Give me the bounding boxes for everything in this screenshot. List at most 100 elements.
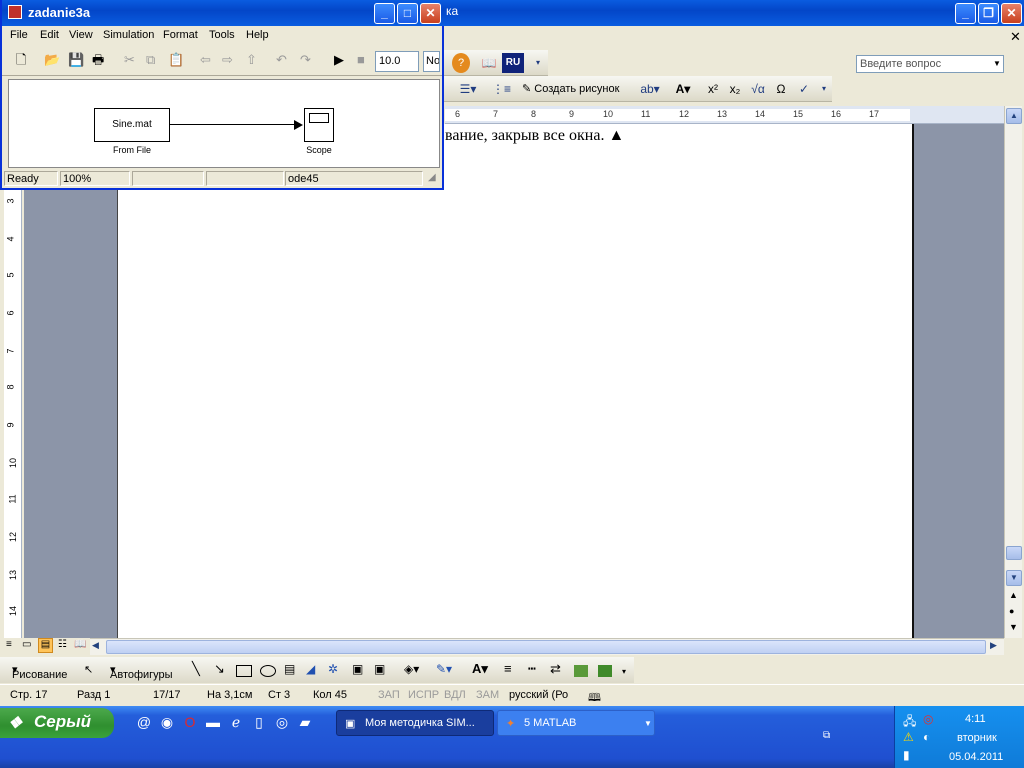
arrow-style-icon[interactable]: ⇄ bbox=[550, 661, 561, 677]
print-view-icon[interactable]: ▤ bbox=[38, 638, 53, 653]
task-matlab-group[interactable]: ✦ 5 MATLAB ▼ bbox=[497, 710, 655, 736]
arrow-tool-icon[interactable]: ↘ bbox=[214, 661, 225, 677]
font-color-icon[interactable]: A▾ bbox=[670, 79, 696, 99]
clock-time[interactable]: 4:11 bbox=[965, 713, 986, 725]
task-word-document[interactable]: ▣ Моя методичка SIM... bbox=[336, 710, 494, 736]
word-minimize-button[interactable]: _ bbox=[955, 3, 976, 24]
simulink-app-icon[interactable] bbox=[8, 5, 22, 19]
textbox-tool-icon[interactable]: ▤ bbox=[284, 662, 295, 676]
toolbar-options-icon[interactable]: ▾ bbox=[820, 79, 828, 99]
spelling-icon[interactable]: ✓ bbox=[794, 79, 814, 99]
toolbar-options-icon[interactable]: ▾ bbox=[534, 53, 542, 73]
sim-maximize-button[interactable]: □ bbox=[397, 3, 418, 24]
scope-block[interactable] bbox=[304, 108, 334, 142]
menu-format[interactable]: Format bbox=[163, 29, 198, 41]
back-icon[interactable]: ⇦ bbox=[200, 52, 211, 68]
status-ovr[interactable]: ЗАМ bbox=[476, 689, 499, 701]
horizontal-scrollbar[interactable]: ◀ ▶ bbox=[90, 638, 1004, 655]
read-mode-icon[interactable]: 📖 bbox=[480, 53, 498, 73]
undo-icon[interactable]: ↶ bbox=[276, 52, 287, 68]
show-desktop-icon[interactable]: ▬ bbox=[204, 713, 222, 731]
warning-icon[interactable]: ⚠ bbox=[903, 730, 914, 744]
from-file-block[interactable]: Sine.mat bbox=[94, 108, 170, 142]
browse-object-icon[interactable]: ● bbox=[1009, 606, 1014, 616]
forward-icon[interactable]: ⇨ bbox=[222, 52, 233, 68]
line-tool-icon[interactable]: ╲ bbox=[192, 661, 200, 677]
menu-tools[interactable]: Tools bbox=[209, 29, 235, 41]
antivirus-icon[interactable]: ◎ bbox=[923, 712, 933, 726]
status-rec[interactable]: ЗАП bbox=[378, 689, 400, 701]
help-icon[interactable]: ? bbox=[452, 53, 470, 73]
symbol-omega-icon[interactable]: Ω bbox=[772, 79, 790, 99]
simulation-mode-select[interactable]: No bbox=[423, 51, 440, 72]
sim-close-button[interactable]: ✕ bbox=[420, 3, 441, 24]
document-text[interactable]: вание, закрыв все окна. ▲ bbox=[445, 127, 624, 145]
document-icon[interactable]: ▯ bbox=[250, 713, 268, 731]
autoshapes-button[interactable]: Автофигуры ▾ bbox=[110, 663, 173, 681]
subscript-icon[interactable]: x₂ bbox=[726, 79, 744, 99]
speaker-icon[interactable]: ◐ bbox=[923, 730, 930, 744]
draw-menu-button[interactable]: Рисование ▾ bbox=[12, 663, 67, 681]
firefox-icon[interactable]: ◉ bbox=[158, 713, 176, 731]
chevron-down-icon[interactable]: ▼ bbox=[991, 56, 1003, 72]
mail-agent-icon[interactable]: @ bbox=[135, 713, 153, 731]
clipart-icon[interactable]: ▣ bbox=[352, 662, 363, 676]
resize-grip-icon[interactable]: ◢ bbox=[428, 172, 436, 183]
select-arrow-icon[interactable]: ↖ bbox=[84, 663, 93, 676]
horizontal-ruler[interactable]: 6 7 8 9 10 11 12 13 14 15 16 17 bbox=[445, 106, 1020, 124]
scroll-right-icon[interactable]: ▶ bbox=[990, 640, 997, 651]
web-view-icon[interactable]: ▭ bbox=[22, 639, 31, 650]
highlight-icon[interactable]: ab▾ bbox=[636, 79, 664, 99]
copy-icon[interactable]: ⧉ bbox=[146, 52, 155, 68]
scroll-left-icon[interactable]: ◀ bbox=[92, 640, 99, 651]
opera-icon[interactable]: O bbox=[181, 713, 199, 731]
scroll-down-icon[interactable]: ▼ bbox=[1006, 570, 1022, 586]
numbering-icon[interactable]: ⋮≡ bbox=[492, 79, 511, 99]
question-input[interactable]: Введите вопрос ▼ bbox=[856, 55, 1004, 73]
shadow-icon[interactable] bbox=[574, 665, 588, 677]
line-spacing-icon[interactable]: ☰▾ bbox=[454, 79, 482, 99]
reading-view-icon[interactable]: 📖 bbox=[74, 639, 86, 650]
next-page-icon[interactable]: ▼ bbox=[1009, 622, 1018, 632]
simulink-title-bar[interactable]: zadanie3a _ □ ✕ bbox=[2, 0, 444, 26]
menu-simulation[interactable]: Simulation bbox=[103, 29, 154, 41]
scroll-up-icon[interactable]: ▲ bbox=[1006, 108, 1022, 124]
toolbar-options-icon[interactable]: ▾ bbox=[622, 667, 626, 676]
menu-view[interactable]: View bbox=[69, 29, 93, 41]
usb-icon[interactable]: ▮ bbox=[903, 748, 910, 762]
superscript-icon[interactable]: x² bbox=[704, 79, 722, 99]
messenger-icon[interactable]: ▰ bbox=[296, 713, 314, 731]
diagram-icon[interactable]: ✲ bbox=[328, 662, 338, 676]
cut-icon[interactable]: ✂ bbox=[124, 52, 135, 68]
create-drawing-button[interactable]: ✎ Создать рисунок bbox=[522, 79, 632, 99]
model-canvas[interactable]: Sine.mat From File Scope bbox=[8, 79, 440, 168]
picture-icon[interactable]: ▣ bbox=[374, 662, 385, 676]
status-trk[interactable]: ИСПР bbox=[408, 689, 439, 701]
fill-color-icon[interactable]: ◈▾ bbox=[404, 662, 419, 676]
menu-file[interactable]: File bbox=[10, 29, 28, 41]
3d-icon[interactable] bbox=[598, 665, 612, 677]
vertical-ruler[interactable]: 3 4 5 6 7 8 9 10 11 12 13 14 bbox=[4, 128, 22, 638]
oval-tool-icon[interactable] bbox=[260, 665, 276, 677]
paste-icon[interactable]: 📋 bbox=[168, 52, 184, 68]
signal-line[interactable] bbox=[170, 124, 296, 125]
close-doc-icon[interactable]: ✕ bbox=[1010, 29, 1021, 45]
internet-explorer-icon[interactable]: ℯ bbox=[227, 713, 245, 731]
menu-help[interactable]: Help bbox=[246, 29, 269, 41]
scroll-thumb[interactable] bbox=[106, 640, 986, 654]
scroll-thumb[interactable] bbox=[1006, 546, 1022, 560]
language-badge[interactable]: RU bbox=[502, 53, 524, 73]
normal-view-icon[interactable]: ≡ bbox=[6, 639, 12, 650]
outline-view-icon[interactable]: ☷ bbox=[58, 639, 67, 650]
word-restore-button[interactable]: ❐ bbox=[978, 3, 999, 24]
font-color-icon[interactable]: A▾ bbox=[472, 661, 488, 677]
wordart-icon[interactable]: ◢ bbox=[306, 662, 315, 676]
line-style-icon[interactable]: ≡ bbox=[504, 661, 512, 676]
menu-edit[interactable]: Edit bbox=[40, 29, 59, 41]
word-close-button[interactable]: ✕ bbox=[1001, 3, 1022, 24]
stop-time-input[interactable]: 10.0 bbox=[375, 51, 419, 72]
new-model-icon[interactable]: 🗋 bbox=[16, 52, 26, 68]
line-color-icon[interactable]: ✎▾ bbox=[436, 662, 452, 676]
equation-icon[interactable]: √α bbox=[748, 79, 768, 99]
redo-icon[interactable]: ↷ bbox=[300, 52, 311, 68]
